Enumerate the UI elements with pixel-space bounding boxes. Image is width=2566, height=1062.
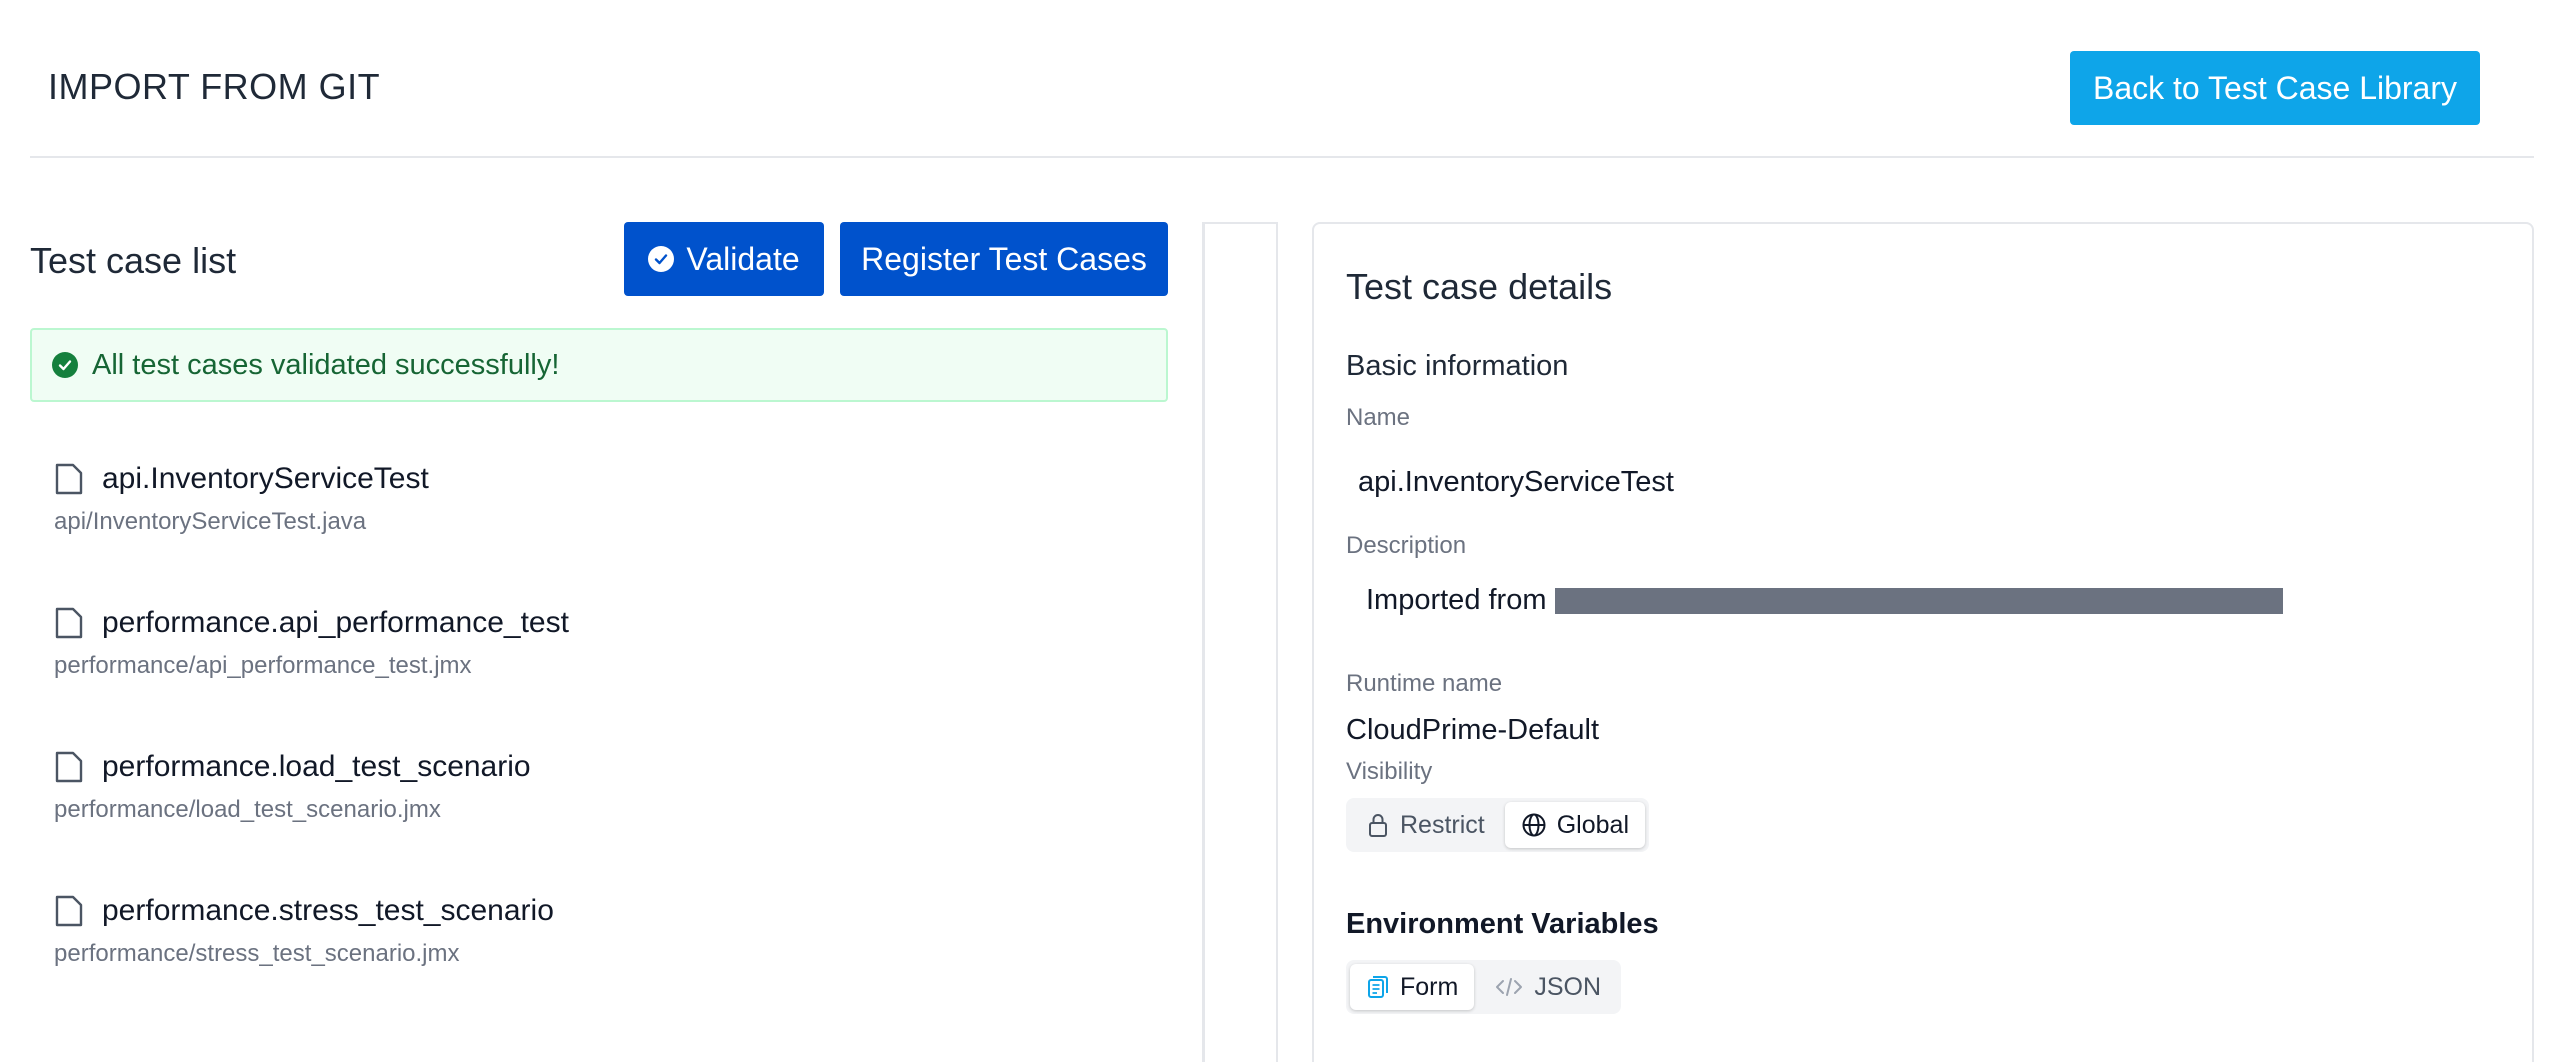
test-case-list: api.InventoryServiceTest api/InventorySe… <box>30 440 1168 1016</box>
page-title: IMPORT FROM GIT <box>48 66 381 107</box>
list-item[interactable]: api.InventoryServiceTest api/InventorySe… <box>30 440 1168 584</box>
visibility-label: Visibility <box>1346 758 1433 785</box>
test-case-path: performance/api_performance_test.jmx <box>54 652 472 679</box>
file-icon <box>54 894 84 928</box>
description-value: Imported from <box>1346 584 2346 617</box>
list-item[interactable]: performance.load_test_scenario performan… <box>30 728 1168 872</box>
validate-button[interactable]: Validate <box>624 222 824 296</box>
register-test-cases-button[interactable]: Register Test Cases <box>840 222 1168 296</box>
test-case-name: api.InventoryServiceTest <box>102 462 429 495</box>
file-icon <box>54 606 84 640</box>
global-label: Global <box>1556 810 1629 839</box>
check-circle-icon <box>52 352 78 378</box>
code-icon <box>1494 975 1524 999</box>
runtime-label: Runtime name <box>1346 670 1503 697</box>
description-text: Imported from <box>1366 584 1547 616</box>
test-case-details-panel: Test case details Basic information Name… <box>1312 222 2534 1062</box>
alert-text: All test cases validated successfully! <box>92 348 560 381</box>
list-item[interactable]: performance.stress_test_scenario perform… <box>30 872 1168 1016</box>
check-circle-icon <box>648 246 675 272</box>
test-case-path: api/InventoryServiceTest.java <box>54 508 367 535</box>
json-label: JSON <box>1534 972 1602 1001</box>
env-mode-form[interactable]: Form <box>1350 964 1475 1010</box>
test-case-name: performance.api_performance_test <box>102 606 569 639</box>
back-to-library-button[interactable]: Back to Test Case Library <box>2070 51 2480 125</box>
file-icon <box>54 462 84 496</box>
file-icon <box>54 750 84 784</box>
test-case-name: performance.load_test_scenario <box>102 750 531 783</box>
test-case-name: performance.stress_test_scenario <box>102 894 554 927</box>
form-label: Form <box>1400 972 1459 1001</box>
validate-button-label: Validate <box>686 240 800 277</box>
redacted-url <box>1554 588 2283 615</box>
runtime-value: CloudPrime-Default <box>1346 714 1600 746</box>
validation-success-alert: All test cases validated successfully! <box>30 328 1168 402</box>
env-vars-heading: Environment Variables <box>1346 908 1659 940</box>
name-label: Name <box>1346 404 1411 431</box>
test-case-path: performance/load_test_scenario.jmx <box>54 796 441 823</box>
name-value: api.InventoryServiceTest <box>1358 466 1674 498</box>
test-case-list-title: Test case list <box>30 240 237 281</box>
env-mode-json[interactable]: JSON <box>1478 964 1617 1010</box>
visibility-option-global[interactable]: Global <box>1504 802 1645 848</box>
env-mode-toggle: Form JSON <box>1346 960 1622 1014</box>
globe-icon <box>1521 812 1547 838</box>
form-icon <box>1366 974 1390 1000</box>
details-title: Test case details <box>1346 266 1613 307</box>
test-case-path: performance/stress_test_scenario.jmx <box>54 940 460 967</box>
list-item[interactable]: performance.api_performance_test perform… <box>30 584 1168 728</box>
panel-resize-handle[interactable] <box>1202 222 1278 1062</box>
visibility-option-restrict[interactable]: Restrict <box>1350 802 1501 848</box>
basic-info-heading: Basic information <box>1346 350 1569 382</box>
description-label: Description <box>1346 532 1467 559</box>
restrict-label: Restrict <box>1400 810 1485 839</box>
lock-icon <box>1366 812 1390 838</box>
visibility-toggle: Restrict Global <box>1346 798 1649 852</box>
